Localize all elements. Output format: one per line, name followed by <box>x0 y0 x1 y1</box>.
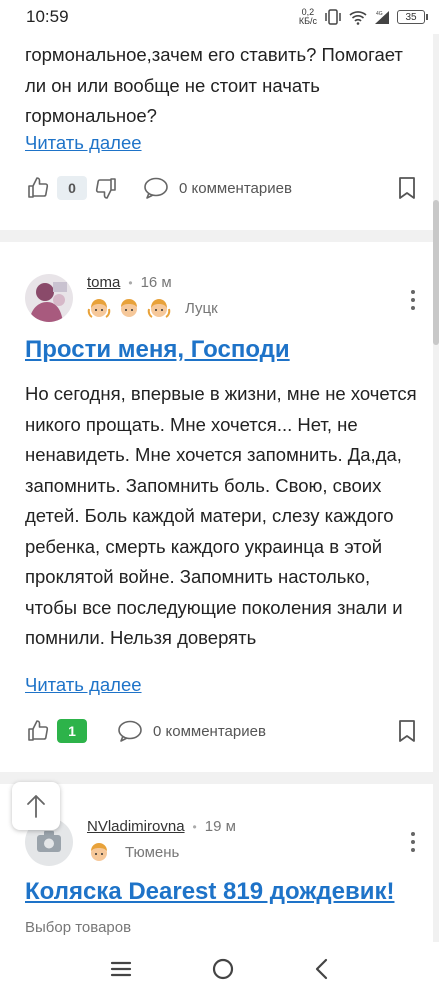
bookmark-icon[interactable] <box>394 175 420 201</box>
author-info: toma • 16 м Луцк <box>87 274 218 322</box>
thumbs-up-icon[interactable] <box>25 175 51 201</box>
comment-icon <box>118 720 142 742</box>
status-bar: 10:59 0,2 КБ/с 4G 35 <box>0 0 439 34</box>
separator-dot: • <box>128 275 133 290</box>
post-title[interactable]: Коляска Dearest 819 дождевик! <box>25 878 394 906</box>
like-count: 0 <box>57 176 87 200</box>
comments-link[interactable]: 0 комментариев <box>117 719 266 743</box>
net-speed: 0,2 КБ/с <box>299 8 317 26</box>
status-icons: 0,2 КБ/с 4G 35 <box>299 8 428 26</box>
more-vert-icon[interactable] <box>411 832 417 852</box>
net-speed-unit: КБ/с <box>298 16 317 26</box>
post-category[interactable]: Выбор товаров <box>25 919 131 936</box>
author-meta: Тюмень <box>87 840 236 864</box>
post-title[interactable]: Прости меня, Господи <box>25 336 290 364</box>
signal-icon: 4G <box>375 10 389 24</box>
back-icon[interactable] <box>314 958 330 985</box>
network-type: 4G <box>376 11 383 17</box>
system-nav-bar <box>0 942 439 1000</box>
boy-kid-icon <box>91 843 107 861</box>
comment-icon <box>144 177 168 199</box>
post-card: toma • 16 м Луцк Прости меня, Господи Но… <box>0 242 433 772</box>
author-info: NVladimirovna • 19 м Тюмень <box>87 818 236 866</box>
thumbs-up-icon[interactable] <box>25 718 51 744</box>
post-body: гормональное,зачем его ставить? Помогает… <box>25 44 403 126</box>
post-card: гормональное,зачем его ставить? Помогает… <box>0 0 433 230</box>
home-circle-icon[interactable] <box>211 957 235 986</box>
boy-kid-icon <box>121 299 137 317</box>
wifi-icon <box>349 10 367 25</box>
battery-level: 35 <box>405 11 417 23</box>
more-vert-icon[interactable] <box>411 290 417 310</box>
read-more-link[interactable]: Читать далее <box>25 674 142 696</box>
post-body: Но сегодня, впервые в жизни, мне не хоче… <box>25 383 417 648</box>
girl-kid-icon <box>147 299 171 318</box>
post-author-row: toma • 16 м Луцк <box>25 274 218 322</box>
arrow-up-icon <box>27 795 45 818</box>
like-count: 1 <box>57 719 87 743</box>
menu-icon[interactable] <box>110 960 132 983</box>
girl-kid-icon <box>87 299 111 318</box>
comments-count: 0 комментариев <box>153 722 266 740</box>
author-line: toma • 16 м <box>87 274 218 291</box>
post-actions: 0 0 комментариев <box>25 173 420 203</box>
author-name[interactable]: NVladimirovna <box>87 818 185 835</box>
separator-dot: • <box>192 819 197 834</box>
post-time: 16 м <box>140 274 172 291</box>
scroll-to-top-button[interactable] <box>12 782 60 830</box>
author-city: Луцк <box>185 299 218 317</box>
author-meta: Луцк <box>87 296 218 320</box>
read-more-link[interactable]: Читать далее <box>25 132 142 154</box>
bookmark-icon[interactable] <box>394 718 420 744</box>
post-actions: 1 0 комментариев <box>25 716 420 746</box>
battery-icon: 35 <box>397 10 428 24</box>
scrollbar[interactable] <box>433 200 439 345</box>
post-time: 19 м <box>204 818 236 835</box>
comments-link[interactable]: 0 комментариев <box>143 176 292 200</box>
status-time: 10:59 <box>26 7 69 26</box>
vibrate-icon <box>325 9 341 25</box>
author-city: Тюмень <box>125 843 180 861</box>
author-line: NVladimirovna • 19 м <box>87 818 236 835</box>
avatar[interactable] <box>25 274 73 322</box>
comments-count: 0 комментариев <box>179 179 292 197</box>
author-name[interactable]: toma <box>87 274 120 291</box>
thumbs-down-icon[interactable] <box>93 175 119 201</box>
